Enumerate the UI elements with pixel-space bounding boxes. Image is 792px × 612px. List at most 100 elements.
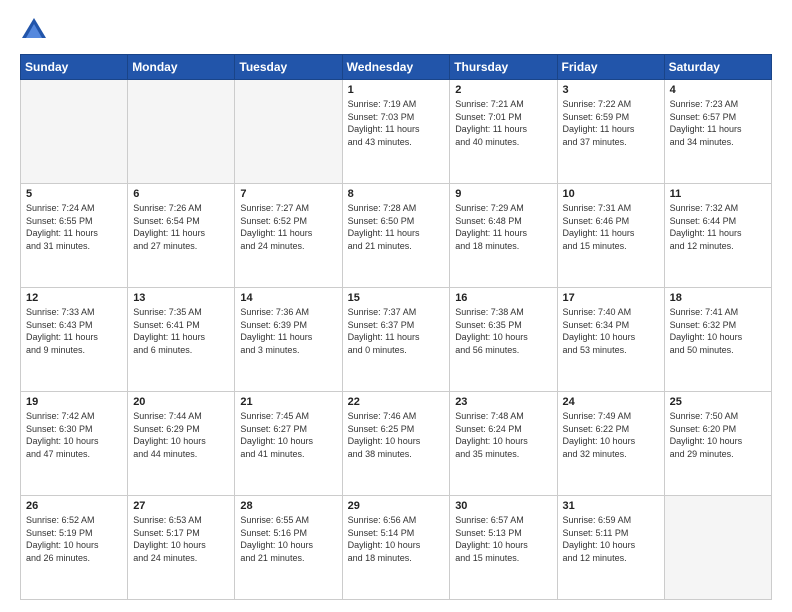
day-number: 10	[563, 188, 659, 200]
calendar-cell: 10Sunrise: 7:31 AM Sunset: 6:46 PM Dayli…	[557, 184, 664, 288]
weekday-header-row: SundayMondayTuesdayWednesdayThursdayFrid…	[21, 55, 772, 80]
calendar-cell: 24Sunrise: 7:49 AM Sunset: 6:22 PM Dayli…	[557, 392, 664, 496]
calendar-cell: 30 Sunrise: 6:57 AM Sunset: 5:13 PM Dayli…	[450, 496, 557, 600]
weekday-header-tuesday: Tuesday	[235, 55, 342, 80]
calendar-cell	[128, 80, 235, 184]
calendar-cell: 4 Sunrise: 7:23 AM Sunset: 6:57 PM Daylig…	[664, 80, 771, 184]
day-detail: Sunrise: 7:44 AM Sunset: 6:29 PM Dayligh…	[133, 410, 229, 460]
day-detail: Sunrise: 6:57 AM Sunset: 5:13 PM Dayligh…	[455, 514, 551, 564]
day-number: 9	[455, 188, 551, 200]
calendar-cell	[21, 80, 128, 184]
calendar-cell	[664, 496, 771, 600]
day-number: 22	[348, 396, 445, 408]
weekday-header-sunday: Sunday	[21, 55, 128, 80]
day-number: 4	[670, 84, 766, 96]
weekday-header-monday: Monday	[128, 55, 235, 80]
week-row-2: 5 Sunrise: 7:24 AM Sunset: 6:55 PM Daylig…	[21, 184, 772, 288]
day-detail: Sunrise: 7:33 AM Sunset: 6:43 PM Dayligh…	[26, 306, 122, 356]
calendar-cell: 17 Sunrise: 7:40 AM Sunset: 6:34 PM Dayli…	[557, 288, 664, 392]
day-number: 11	[670, 188, 766, 200]
weekday-header-friday: Friday	[557, 55, 664, 80]
day-detail: Sunrise: 7:36 AM Sunset: 6:39 PM Dayligh…	[240, 306, 336, 356]
logo	[20, 16, 52, 44]
day-number: 5	[26, 188, 122, 200]
day-detail: Sunrise: 7:19 AM Sunset: 7:03 PM Dayligh…	[348, 98, 445, 148]
day-number: 14	[240, 292, 336, 304]
page: SundayMondayTuesdayWednesdayThursdayFrid…	[0, 0, 792, 612]
day-number: 21	[240, 396, 336, 408]
day-detail: Sunrise: 7:42 AM Sunset: 6:30 PM Dayligh…	[26, 410, 122, 460]
day-number: 23	[455, 396, 551, 408]
day-number: 20	[133, 396, 229, 408]
week-row-1: 1 Sunrise: 7:19 AM Sunset: 7:03 PM Daylig…	[21, 80, 772, 184]
day-number: 8	[348, 188, 445, 200]
calendar-cell: 22 Sunrise: 7:46 AM Sunset: 6:25 PM Dayli…	[342, 392, 450, 496]
calendar-cell: 12Sunrise: 7:33 AM Sunset: 6:43 PM Dayli…	[21, 288, 128, 392]
calendar-cell: 14 Sunrise: 7:36 AM Sunset: 6:39 PM Dayli…	[235, 288, 342, 392]
week-row-5: 26 Sunrise: 6:52 AM Sunset: 5:19 PM Dayli…	[21, 496, 772, 600]
calendar-cell: 26 Sunrise: 6:52 AM Sunset: 5:19 PM Dayli…	[21, 496, 128, 600]
day-detail: Sunrise: 6:52 AM Sunset: 5:19 PM Dayligh…	[26, 514, 122, 564]
calendar-cell: 15Sunrise: 7:37 AM Sunset: 6:37 PM Dayli…	[342, 288, 450, 392]
calendar-cell: 18 Sunrise: 7:41 AM Sunset: 6:32 PM Dayli…	[664, 288, 771, 392]
calendar-cell: 7 Sunrise: 7:27 AM Sunset: 6:52 PM Daylig…	[235, 184, 342, 288]
day-number: 30	[455, 500, 551, 512]
day-number: 3	[563, 84, 659, 96]
day-number: 19	[26, 396, 122, 408]
calendar-cell: 28Sunrise: 6:55 AM Sunset: 5:16 PM Dayli…	[235, 496, 342, 600]
day-number: 6	[133, 188, 229, 200]
day-detail: Sunrise: 7:45 AM Sunset: 6:27 PM Dayligh…	[240, 410, 336, 460]
day-detail: Sunrise: 7:48 AM Sunset: 6:24 PM Dayligh…	[455, 410, 551, 460]
week-row-4: 19 Sunrise: 7:42 AM Sunset: 6:30 PM Dayli…	[21, 392, 772, 496]
day-detail: Sunrise: 7:35 AM Sunset: 6:41 PM Dayligh…	[133, 306, 229, 356]
day-number: 13	[133, 292, 229, 304]
day-detail: Sunrise: 7:41 AM Sunset: 6:32 PM Dayligh…	[670, 306, 766, 356]
calendar-cell: 25 Sunrise: 7:50 AM Sunset: 6:20 PM Dayli…	[664, 392, 771, 496]
weekday-header-thursday: Thursday	[450, 55, 557, 80]
day-detail: Sunrise: 7:29 AM Sunset: 6:48 PM Dayligh…	[455, 202, 551, 252]
day-number: 26	[26, 500, 122, 512]
day-number: 29	[348, 500, 445, 512]
day-detail: Sunrise: 7:22 AM Sunset: 6:59 PM Dayligh…	[563, 98, 659, 148]
calendar-cell: 11Sunrise: 7:32 AM Sunset: 6:44 PM Dayli…	[664, 184, 771, 288]
day-number: 31	[563, 500, 659, 512]
calendar-cell: 2 Sunrise: 7:21 AM Sunset: 7:01 PM Daylig…	[450, 80, 557, 184]
day-number: 25	[670, 396, 766, 408]
day-detail: Sunrise: 7:21 AM Sunset: 7:01 PM Dayligh…	[455, 98, 551, 148]
day-number: 17	[563, 292, 659, 304]
day-detail: Sunrise: 6:55 AM Sunset: 5:16 PM Dayligh…	[240, 514, 336, 564]
day-detail: Sunrise: 7:27 AM Sunset: 6:52 PM Dayligh…	[240, 202, 336, 252]
calendar-cell: 19 Sunrise: 7:42 AM Sunset: 6:30 PM Dayli…	[21, 392, 128, 496]
day-number: 27	[133, 500, 229, 512]
day-number: 18	[670, 292, 766, 304]
weekday-header-wednesday: Wednesday	[342, 55, 450, 80]
day-number: 1	[348, 84, 445, 96]
calendar-cell: 29Sunrise: 6:56 AM Sunset: 5:14 PM Dayli…	[342, 496, 450, 600]
day-detail: Sunrise: 7:40 AM Sunset: 6:34 PM Dayligh…	[563, 306, 659, 356]
calendar-cell: 3 Sunrise: 7:22 AM Sunset: 6:59 PM Daylig…	[557, 80, 664, 184]
day-detail: Sunrise: 6:59 AM Sunset: 5:11 PM Dayligh…	[563, 514, 659, 564]
day-number: 7	[240, 188, 336, 200]
day-detail: Sunrise: 7:38 AM Sunset: 6:35 PM Dayligh…	[455, 306, 551, 356]
calendar-cell: 21 Sunrise: 7:45 AM Sunset: 6:27 PM Dayli…	[235, 392, 342, 496]
day-detail: Sunrise: 7:49 AM Sunset: 6:22 PM Dayligh…	[563, 410, 659, 460]
calendar-cell	[235, 80, 342, 184]
calendar-cell: 8Sunrise: 7:28 AM Sunset: 6:50 PM Daylig…	[342, 184, 450, 288]
calendar-cell: 31 Sunrise: 6:59 AM Sunset: 5:11 PM Dayli…	[557, 496, 664, 600]
day-detail: Sunrise: 7:50 AM Sunset: 6:20 PM Dayligh…	[670, 410, 766, 460]
day-detail: Sunrise: 7:46 AM Sunset: 6:25 PM Dayligh…	[348, 410, 445, 460]
day-detail: Sunrise: 7:24 AM Sunset: 6:55 PM Dayligh…	[26, 202, 122, 252]
day-detail: Sunrise: 7:26 AM Sunset: 6:54 PM Dayligh…	[133, 202, 229, 252]
calendar-cell: 9 Sunrise: 7:29 AM Sunset: 6:48 PM Daylig…	[450, 184, 557, 288]
day-detail: Sunrise: 7:37 AM Sunset: 6:37 PM Dayligh…	[348, 306, 445, 356]
calendar-cell: 5 Sunrise: 7:24 AM Sunset: 6:55 PM Daylig…	[21, 184, 128, 288]
calendar-cell: 20 Sunrise: 7:44 AM Sunset: 6:29 PM Dayli…	[128, 392, 235, 496]
calendar-cell: 23 Sunrise: 7:48 AM Sunset: 6:24 PM Dayli…	[450, 392, 557, 496]
calendar-cell: 27Sunrise: 6:53 AM Sunset: 5:17 PM Dayli…	[128, 496, 235, 600]
week-row-3: 12Sunrise: 7:33 AM Sunset: 6:43 PM Dayli…	[21, 288, 772, 392]
calendar-cell: 13 Sunrise: 7:35 AM Sunset: 6:41 PM Dayli…	[128, 288, 235, 392]
day-detail: Sunrise: 7:23 AM Sunset: 6:57 PM Dayligh…	[670, 98, 766, 148]
logo-icon	[20, 16, 48, 44]
day-number: 2	[455, 84, 551, 96]
calendar-cell: 16Sunrise: 7:38 AM Sunset: 6:35 PM Dayli…	[450, 288, 557, 392]
